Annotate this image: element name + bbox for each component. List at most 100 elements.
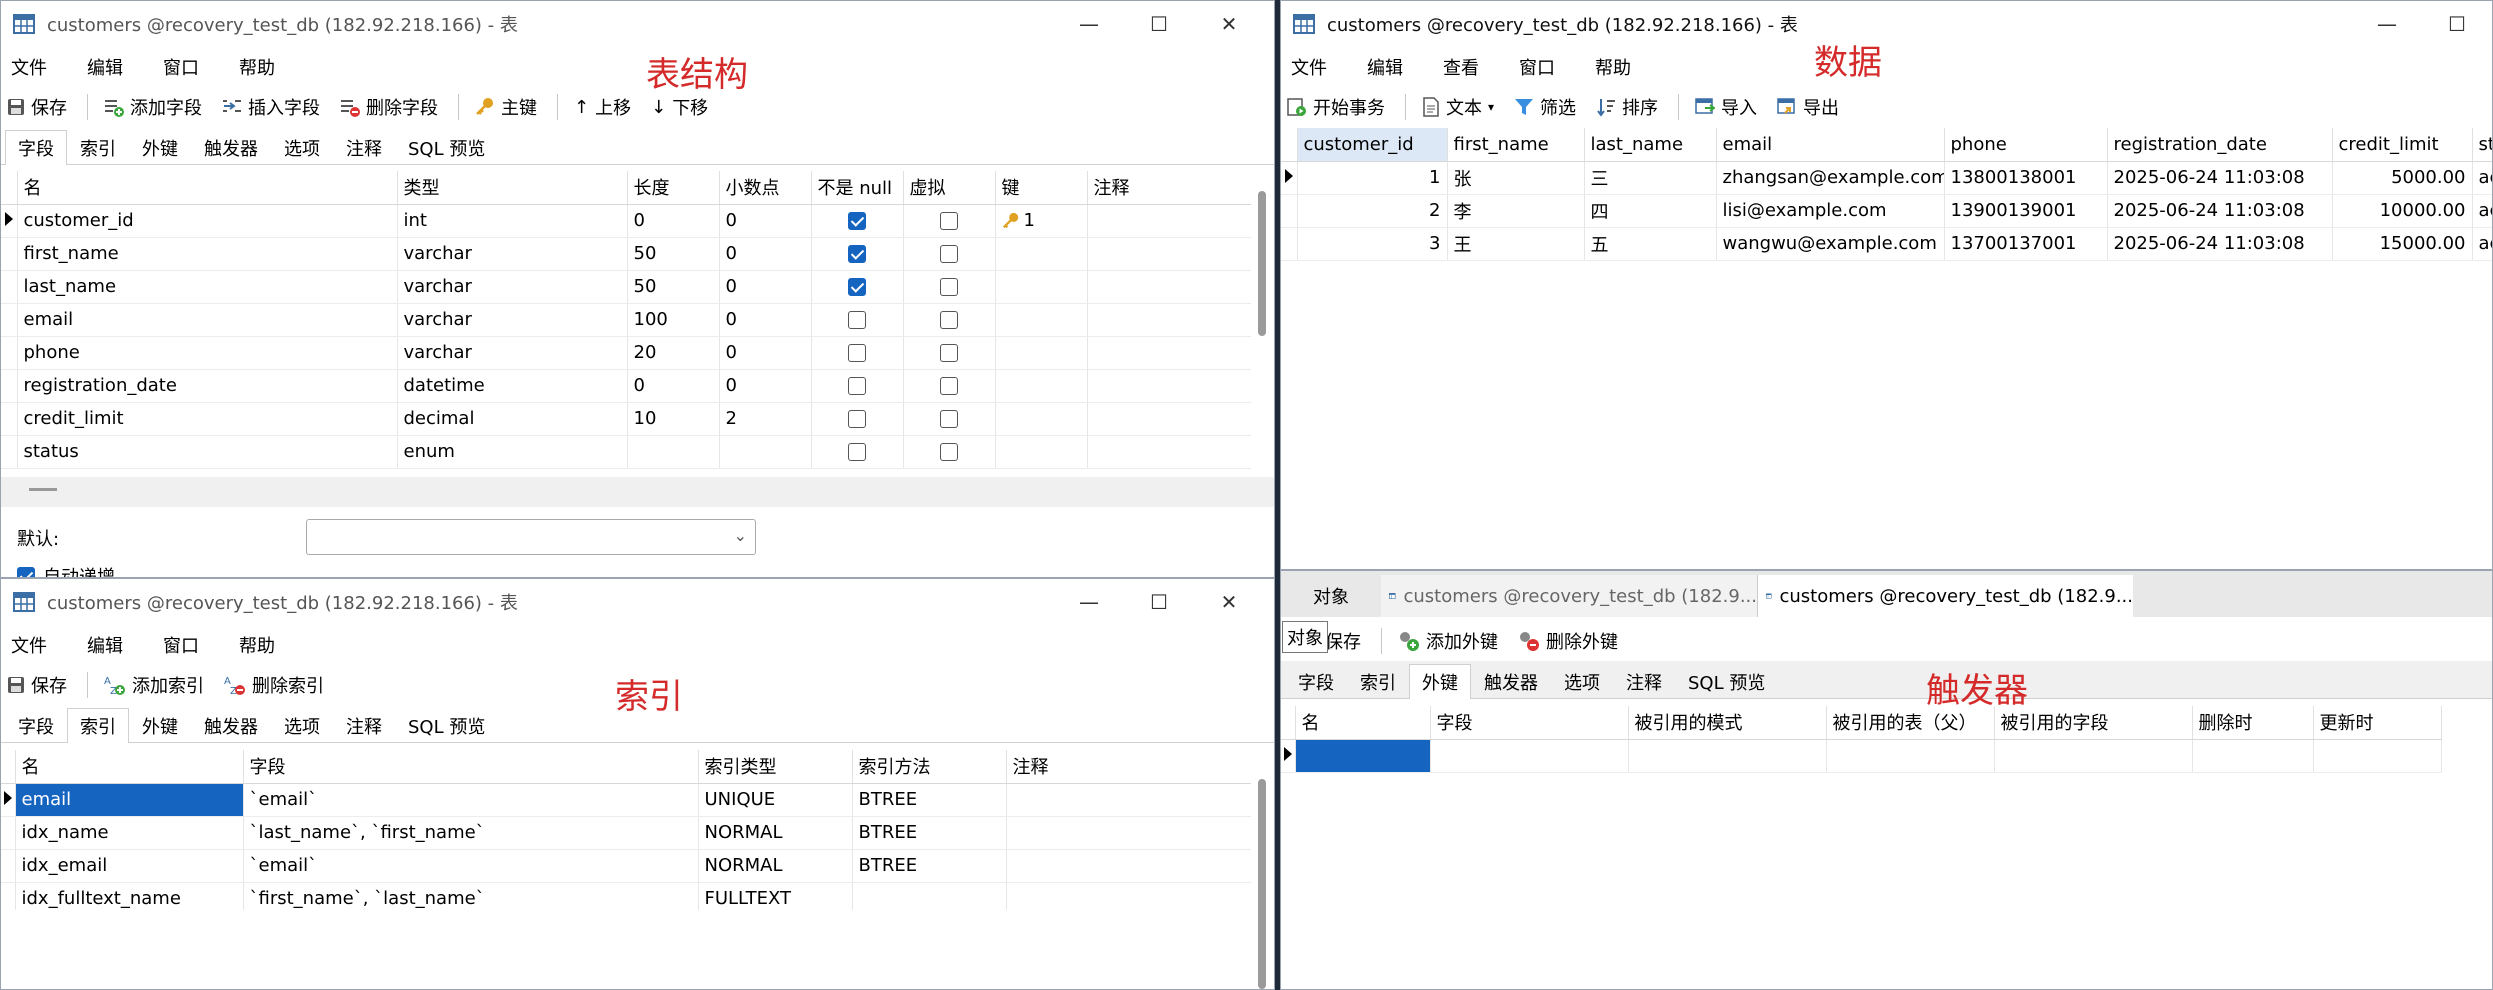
field-type-cell[interactable]: int <box>397 204 628 238</box>
tab-document-active[interactable]: customers @recovery_test_db (182.9... <box>1758 575 2133 617</box>
col-name[interactable]: 名 <box>1295 706 1431 740</box>
field-length-cell[interactable]: 50 <box>627 237 720 271</box>
comment-cell[interactable] <box>1087 303 1251 337</box>
key-cell[interactable] <box>995 435 1088 469</box>
col-length[interactable]: 长度 <box>627 171 720 205</box>
index-name-cell[interactable]: idx_email <box>15 849 244 883</box>
tab-fields[interactable]: 字段 <box>5 130 67 165</box>
menu-file[interactable]: 文件 <box>1291 54 1327 80</box>
table-row[interactable]: phone varchar 20 0 <box>1 336 1251 370</box>
col-name[interactable]: 名 <box>17 171 398 205</box>
delete-field-button[interactable]: 删除字段 <box>340 94 438 120</box>
table-row[interactable]: first_name varchar 50 0 <box>1 237 1251 271</box>
field-name-cell[interactable]: status <box>17 435 398 469</box>
first-name-cell[interactable]: 张 <box>1447 161 1585 195</box>
customer-id-cell[interactable]: 3 <box>1297 227 1448 261</box>
col-credit-limit[interactable]: credit_limit <box>2332 128 2473 162</box>
table-row[interactable]: registration_date datetime 0 0 <box>1 369 1251 403</box>
menu-window[interactable]: 窗口 <box>163 54 199 80</box>
tab-foreign-keys[interactable]: 外键 <box>129 708 191 742</box>
index-fields-cell[interactable]: `email` <box>243 783 699 817</box>
index-fields-cell[interactable]: `last_name`, `first_name` <box>243 816 699 850</box>
field-decimals-cell[interactable]: 0 <box>719 204 812 238</box>
close-icon[interactable]: ✕ <box>1194 579 1264 625</box>
index-name-cell[interactable]: idx_fulltext_name <box>15 882 244 910</box>
tab-comment[interactable]: 注释 <box>1613 664 1675 698</box>
field-type-cell[interactable]: varchar <box>397 303 628 337</box>
field-type-cell[interactable]: varchar <box>397 237 628 271</box>
tab-document-inactive[interactable]: customers @recovery_test_db (182.9... <box>1381 575 1758 617</box>
virtual-checkbox[interactable] <box>940 212 958 230</box>
index-method-cell[interactable]: BTREE <box>852 816 1007 850</box>
col-on-update[interactable]: 更新时 <box>2313 706 2442 740</box>
menu-file[interactable]: 文件 <box>11 54 47 80</box>
delete-index-button[interactable]: A Z 删除索引 <box>224 672 324 698</box>
field-name-cell[interactable]: email <box>17 303 398 337</box>
notnull-checkbox[interactable] <box>848 344 866 362</box>
col-fields[interactable]: 字段 <box>1430 706 1629 740</box>
table-row[interactable]: email varchar 100 0 <box>1 303 1251 337</box>
field-decimals-cell[interactable] <box>719 435 812 469</box>
sort-button[interactable]: 排序 <box>1596 94 1658 120</box>
table-row[interactable]: 3 王五 wangwu@example.com 13700137001 2025-06-… <box>1281 227 2492 261</box>
menu-window[interactable]: 窗口 <box>163 632 199 658</box>
virtual-checkbox[interactable] <box>940 377 958 395</box>
default-select[interactable]: ⌄ <box>306 519 756 555</box>
field-length-cell[interactable] <box>627 435 720 469</box>
col-notnull[interactable]: 不是 null <box>811 171 904 205</box>
col-index-type[interactable]: 索引类型 <box>698 750 853 784</box>
maximize-icon[interactable]: ☐ <box>1124 579 1194 625</box>
index-fields-cell[interactable]: `first_name`, `last_name` <box>243 882 699 910</box>
field-decimals-cell[interactable]: 0 <box>719 270 812 304</box>
first-name-cell[interactable]: 李 <box>1447 194 1585 228</box>
save-button[interactable]: 保存 <box>7 672 67 698</box>
customer-id-cell[interactable]: 1 <box>1297 161 1448 195</box>
col-email[interactable]: email <box>1716 128 1945 162</box>
status-cell[interactable]: ac <box>2472 194 2492 228</box>
col-first-name[interactable]: first_name <box>1447 128 1585 162</box>
field-name-cell[interactable]: credit_limit <box>17 402 398 436</box>
index-comment-cell[interactable] <box>1006 816 1251 850</box>
field-type-cell[interactable]: varchar <box>397 270 628 304</box>
registration-date-cell[interactable]: 2025-06-24 11:03:08 <box>2107 194 2333 228</box>
index-comment-cell[interactable] <box>1006 849 1251 883</box>
tab-comment[interactable]: 注释 <box>333 708 395 742</box>
credit-limit-cell[interactable]: 15000.00 <box>2332 227 2473 261</box>
notnull-checkbox[interactable] <box>848 212 866 230</box>
splitter[interactable] <box>1 477 1274 507</box>
virtual-checkbox[interactable] <box>940 410 958 428</box>
tab-comment[interactable]: 注释 <box>333 130 395 164</box>
col-comment[interactable]: 注释 <box>1006 750 1251 784</box>
registration-date-cell[interactable]: 2025-06-24 11:03:08 <box>2107 227 2333 261</box>
maximize-icon[interactable]: ☐ <box>2422 1 2492 47</box>
menu-edit[interactable]: 编辑 <box>87 54 123 80</box>
auto-increment-checkbox[interactable]: 自动递增 <box>17 563 115 577</box>
virtual-checkbox[interactable] <box>940 344 958 362</box>
export-button[interactable]: 导出 <box>1777 94 1839 120</box>
email-cell[interactable]: lisi@example.com <box>1716 194 1945 228</box>
menu-file[interactable]: 文件 <box>11 632 47 658</box>
notnull-checkbox[interactable] <box>848 278 866 296</box>
move-down-button[interactable]: ↓ 下移 <box>651 94 708 120</box>
delete-foreign-key-button[interactable]: 删除外键 <box>1518 628 1618 654</box>
col-virtual[interactable]: 虚拟 <box>903 171 996 205</box>
comment-cell[interactable] <box>1087 435 1251 469</box>
last-name-cell[interactable]: 五 <box>1584 227 1717 261</box>
key-cell[interactable] <box>995 270 1088 304</box>
col-key[interactable]: 键 <box>995 171 1088 205</box>
field-name-cell[interactable]: customer_id <box>17 204 398 238</box>
last-name-cell[interactable]: 三 <box>1584 161 1717 195</box>
field-name-cell[interactable]: phone <box>17 336 398 370</box>
notnull-checkbox[interactable] <box>848 410 866 428</box>
field-type-cell[interactable]: varchar <box>397 336 628 370</box>
begin-transaction-button[interactable]: 开始事务 <box>1287 94 1385 120</box>
table-row[interactable]: customer_id int 0 0 1 <box>1 204 1251 238</box>
field-decimals-cell[interactable]: 0 <box>719 237 812 271</box>
table-row[interactable]: 2 李四 lisi@example.com 13900139001 2025-06-24… <box>1281 194 2492 228</box>
status-cell[interactable]: ac <box>2472 227 2492 261</box>
tab-triggers[interactable]: 触发器 <box>1471 664 1551 698</box>
tab-sql-preview[interactable]: SQL 预览 <box>395 130 498 164</box>
notnull-checkbox[interactable] <box>848 443 866 461</box>
table-row[interactable]: idx_email `email` NORMAL BTREE <box>1 849 1251 883</box>
field-length-cell[interactable]: 50 <box>627 270 720 304</box>
